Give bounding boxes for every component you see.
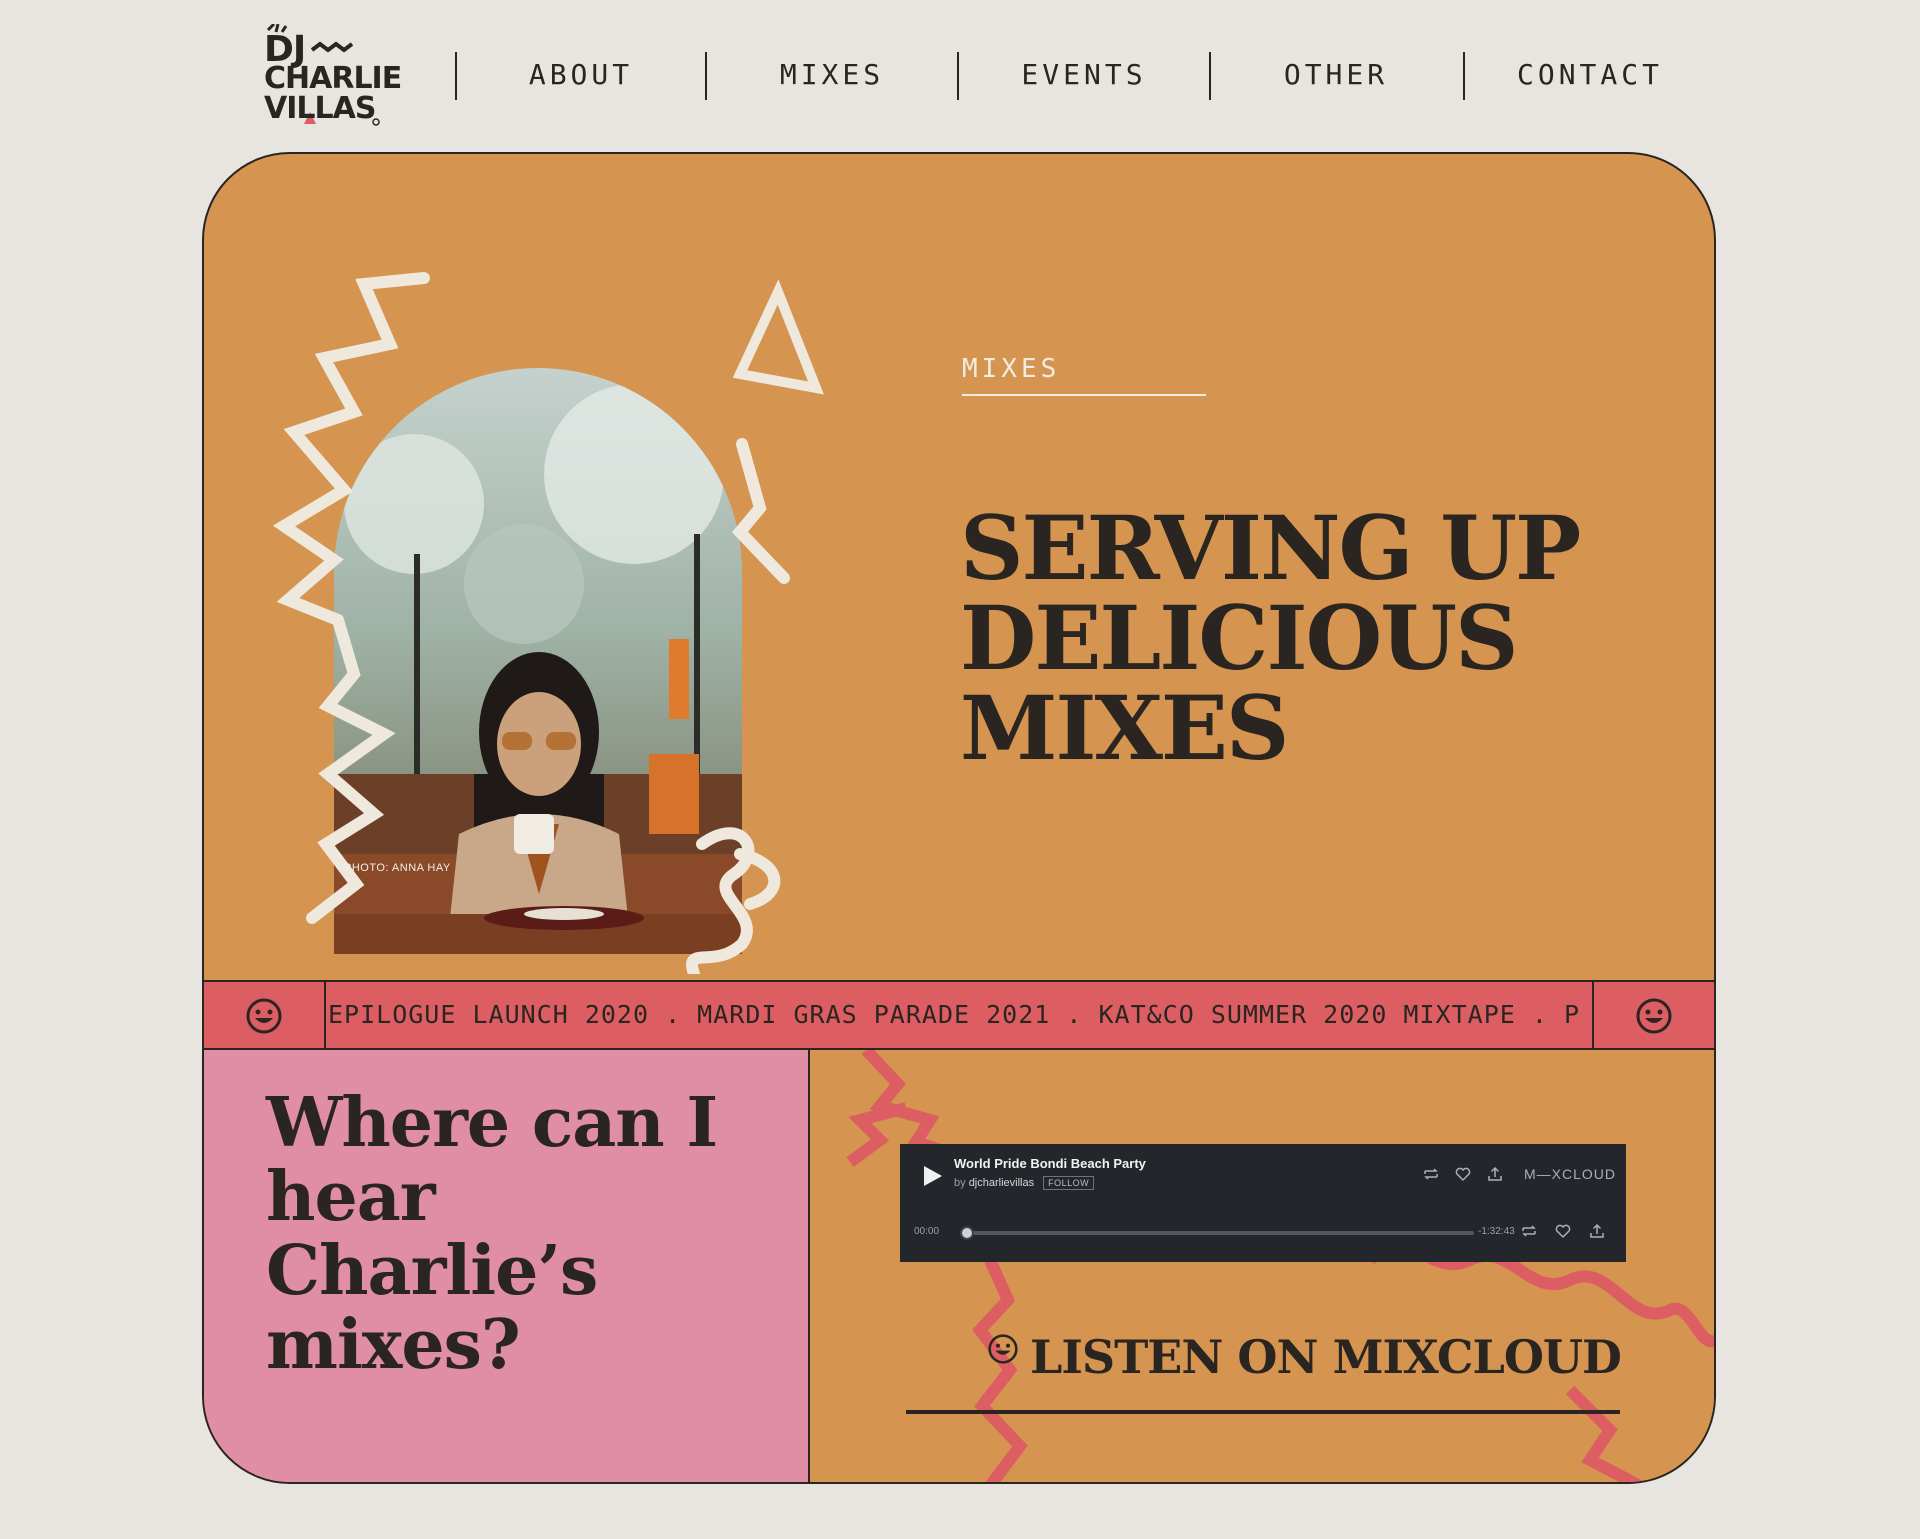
main-nav: ABOUT MIXES EVENTS OTHER CONTACT	[455, 52, 1920, 100]
progress-knob[interactable]	[960, 1226, 974, 1240]
logo-text-villas: VILLAS	[264, 91, 376, 126]
player-actions-top: M—XCLOUD	[1422, 1164, 1616, 1184]
logo-text-charlie: CHARLIE	[264, 61, 402, 96]
listen-on-mixcloud-link[interactable]: LISTEN ON MIXCLOUD	[1030, 1330, 1622, 1384]
progress-bar[interactable]	[960, 1226, 1474, 1240]
nav-item-events[interactable]: EVENTS	[959, 58, 1209, 91]
smiley-icon	[246, 998, 282, 1034]
time-remaining: -1:32:43	[1478, 1226, 1515, 1237]
share-icon[interactable]	[1486, 1165, 1504, 1183]
squiggle-decoration	[846, 1050, 1714, 1482]
heart-icon[interactable]	[1454, 1165, 1472, 1183]
player-actions-bottom	[1520, 1222, 1606, 1240]
events-ticker: EPILOGUE LAUNCH 2020 . MARDI GRAS PARADE…	[204, 980, 1714, 1050]
mixcloud-logo[interactable]: M—XCLOUD	[1524, 1166, 1616, 1182]
smiley-icon	[988, 1334, 1018, 1364]
mix-user-link[interactable]: djcharlievillas	[969, 1177, 1034, 1189]
play-icon[interactable]	[918, 1162, 946, 1190]
repost-icon[interactable]	[1422, 1165, 1440, 1183]
ticker-left-box	[204, 982, 326, 1048]
ticker-right-box	[1592, 982, 1714, 1048]
repost-icon[interactable]	[1520, 1222, 1538, 1240]
share-icon[interactable]	[1588, 1222, 1606, 1240]
nav-item-mixes[interactable]: MIXES	[707, 58, 957, 91]
heart-icon[interactable]	[1554, 1222, 1572, 1240]
mixcloud-player: World Pride Bondi Beach Party by djcharl…	[900, 1144, 1626, 1262]
ticker-text: EPILOGUE LAUNCH 2020 . MARDI GRAS PARADE…	[328, 1000, 1590, 1029]
where-to-listen-panel: Where can I hear Charlie’s mixes?	[204, 1050, 810, 1482]
follow-button[interactable]: FOLLOW	[1043, 1176, 1095, 1190]
mix-byline: by djcharlievillas FOLLOW	[954, 1176, 1095, 1190]
nav-item-about[interactable]: ABOUT	[456, 58, 706, 91]
cta-underline	[906, 1410, 1620, 1414]
nav-item-contact[interactable]: CONTACT	[1465, 58, 1715, 91]
mixcloud-panel: World Pride Bondi Beach Party by djcharl…	[810, 1050, 1714, 1482]
logo[interactable]: DJ CHARLIE VILLAS	[264, 22, 402, 132]
mix-title[interactable]: World Pride Bondi Beach Party	[954, 1156, 1146, 1171]
nav-item-other[interactable]: OTHER	[1211, 58, 1461, 91]
mixes-card: PHOTO: ANNA HAY MIXES SERVING UP DELICIO…	[202, 152, 1716, 1484]
photo-credit: PHOTO: ANNA HAY	[344, 862, 451, 874]
by-label: by	[954, 1176, 966, 1189]
page-title: SERVING UP DELICIOUS MIXES	[960, 495, 1581, 780]
section-eyebrow: MIXES	[962, 354, 1061, 384]
eyebrow-divider	[962, 394, 1206, 396]
section-heading: Where can I hear Charlie’s mixes?	[266, 1083, 718, 1385]
time-elapsed: 00:00	[914, 1226, 940, 1237]
smiley-icon	[1636, 998, 1672, 1034]
